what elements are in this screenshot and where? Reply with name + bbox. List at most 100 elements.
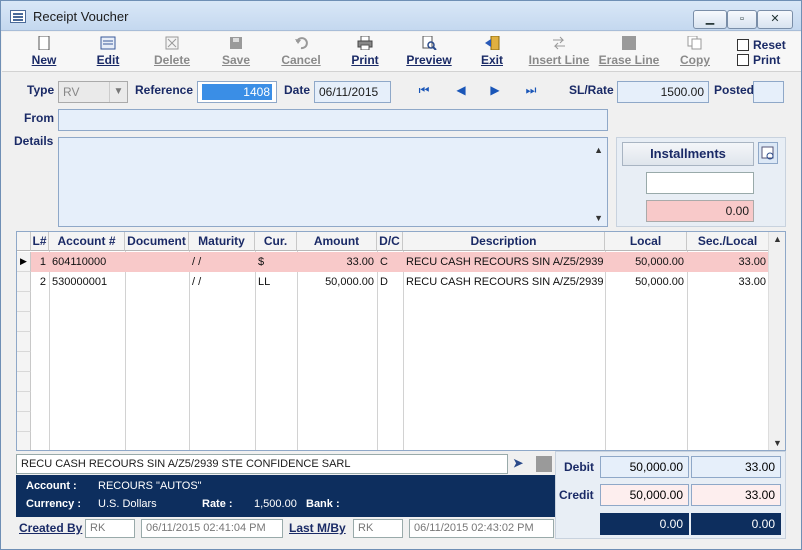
account-info-rate-label: Rate : [202,498,233,510]
credit-label: Credit [559,488,594,502]
print-checkbox-box[interactable] [737,54,749,66]
account-info-currency-label: Currency : [26,498,82,510]
installments-input[interactable] [646,172,754,194]
installments-button[interactable]: Installments [622,142,754,166]
reset-checkbox[interactable]: Reset [737,38,786,52]
type-label: Type [27,83,55,97]
line-description-field[interactable]: RECU CASH RECOURS SIN A/Z5/2939 STE CONF… [16,454,508,474]
credit-sec-field: 33.00 [691,484,781,506]
col-header-dc[interactable]: D/C [377,232,403,251]
chevron-down-icon[interactable]: ▼ [109,82,127,102]
cell-currency: LL [258,276,271,288]
delete-icon [164,36,180,50]
installments-lookup-icon[interactable] [758,142,778,164]
receipt-voucher-window: Receipt Voucher ▁ ▫ ✕ New Edit Delete Sa… [0,0,802,550]
details-textarea[interactable]: ▲ ▼ [58,137,608,227]
printer-icon [357,35,373,51]
last-modified-at-field: 06/11/2015 02:43:02 PM [409,519,554,538]
save-button[interactable]: Save [214,36,258,70]
reference-field[interactable]: 1408 [197,81,277,103]
table-row[interactable]: 2 530000001 / / LL 50,000.00 D RECU CASH… [31,272,769,292]
row-selector[interactable] [17,292,31,312]
reset-checkbox-box[interactable] [737,39,749,51]
cell-currency: $ [258,256,265,268]
undo-icon [293,36,309,50]
cell-amount: 50,000.00 [325,276,374,288]
copy-button[interactable]: Copy [674,35,716,70]
new-document-icon [36,35,52,51]
exit-door-icon [484,35,500,51]
col-header-description[interactable]: Description [403,232,605,251]
account-info-account-label: Account : [26,480,77,492]
col-header-line[interactable]: L# [31,232,49,251]
cell-dc: D [380,276,388,288]
scroll-down-icon[interactable]: ▼ [773,438,782,448]
difference-local-field: 0.00 [600,513,689,535]
installments-panel: Installments 0.00 [616,137,786,227]
cancel-button[interactable]: Cancel [276,36,326,70]
row-selector[interactable] [17,412,31,432]
row-selector[interactable] [17,372,31,392]
delete-button[interactable]: Delete [146,36,198,70]
date-label: Date [284,83,311,97]
minimize-button[interactable]: ▁ [693,10,727,29]
forward-arrow-icon[interactable]: ➤ [513,456,531,472]
cell-line: 2 [39,276,46,288]
from-field[interactable] [58,109,608,131]
row-selector[interactable] [17,332,31,352]
first-record-icon[interactable]: ⏮ [417,83,431,97]
next-record-icon[interactable]: ▶ [488,83,502,97]
col-header-maturity[interactable]: Maturity [189,232,255,251]
row-selector[interactable] [17,392,31,412]
type-select[interactable]: RV ▼ [58,81,128,103]
preview-magnifier-icon [421,35,437,51]
erase-line-icon [621,36,637,50]
date-field[interactable]: 06/11/2015 [314,81,391,103]
col-header-account[interactable]: Account # [49,232,125,251]
col-header-document[interactable]: Document [125,232,189,251]
cell-document [125,272,189,292]
close-button[interactable]: ✕ [757,10,793,29]
previous-record-icon[interactable]: ◀ [454,83,468,97]
cell-account: 604110000 [52,256,107,268]
print-button[interactable]: Print [344,35,386,70]
preview-button[interactable]: Preview [402,35,456,70]
row-selector[interactable] [17,352,31,372]
scroll-up-icon[interactable]: ▲ [594,140,603,160]
account-info-account-value: RECOURS "AUTOS" [98,480,202,492]
credit-local-field: 50,000.00 [600,484,689,506]
insert-line-button[interactable]: Insert Line [526,36,592,70]
edit-icon [100,36,116,50]
new-button[interactable]: New [22,35,66,70]
cell-description: RECU CASH RECOURS SIN A/Z5/2939 STE [406,256,605,268]
col-header-sec-local[interactable]: Sec./Local [687,232,769,251]
cell-local: 50,000.00 [635,256,684,268]
rate-field[interactable]: 1500.00 [617,81,709,103]
col-header-amount[interactable]: Amount [297,232,377,251]
row-selector[interactable] [17,432,31,450]
col-header-currency[interactable]: Cur. [255,232,297,251]
posted-field[interactable] [753,81,784,103]
maximize-button[interactable]: ▫ [727,10,757,29]
stop-square-icon[interactable] [536,456,552,472]
table-row[interactable]: 1 604110000 / / $ 33.00 C RECU CASH RECO… [31,252,769,272]
erase-line-button[interactable]: Erase Line [598,36,660,70]
voucher-lines-grid[interactable]: L# Account # Document Maturity Cur. Amou… [16,231,786,451]
rate-label: SL/Rate [569,83,614,97]
row-selector[interactable] [17,272,31,292]
print-checkbox[interactable]: Print [737,53,780,67]
account-info-currency-value: U.S. Dollars [98,498,157,510]
created-at-field: 06/11/2015 02:41:04 PM [141,519,283,538]
reference-label: Reference [135,83,194,97]
last-modified-by-label: Last M/By [289,521,346,535]
edit-button[interactable]: Edit [86,36,130,70]
exit-button[interactable]: Exit [472,35,512,70]
save-icon [228,36,244,50]
grid-vertical-scrollbar[interactable]: ▲ ▼ [768,232,785,450]
account-info-bank-label: Bank : [306,498,340,510]
scroll-down-icon[interactable]: ▼ [594,212,603,224]
row-selector[interactable] [17,312,31,332]
scroll-up-icon[interactable]: ▲ [773,234,782,244]
last-record-icon[interactable]: ⏭ [524,83,538,97]
col-header-local[interactable]: Local [605,232,687,251]
